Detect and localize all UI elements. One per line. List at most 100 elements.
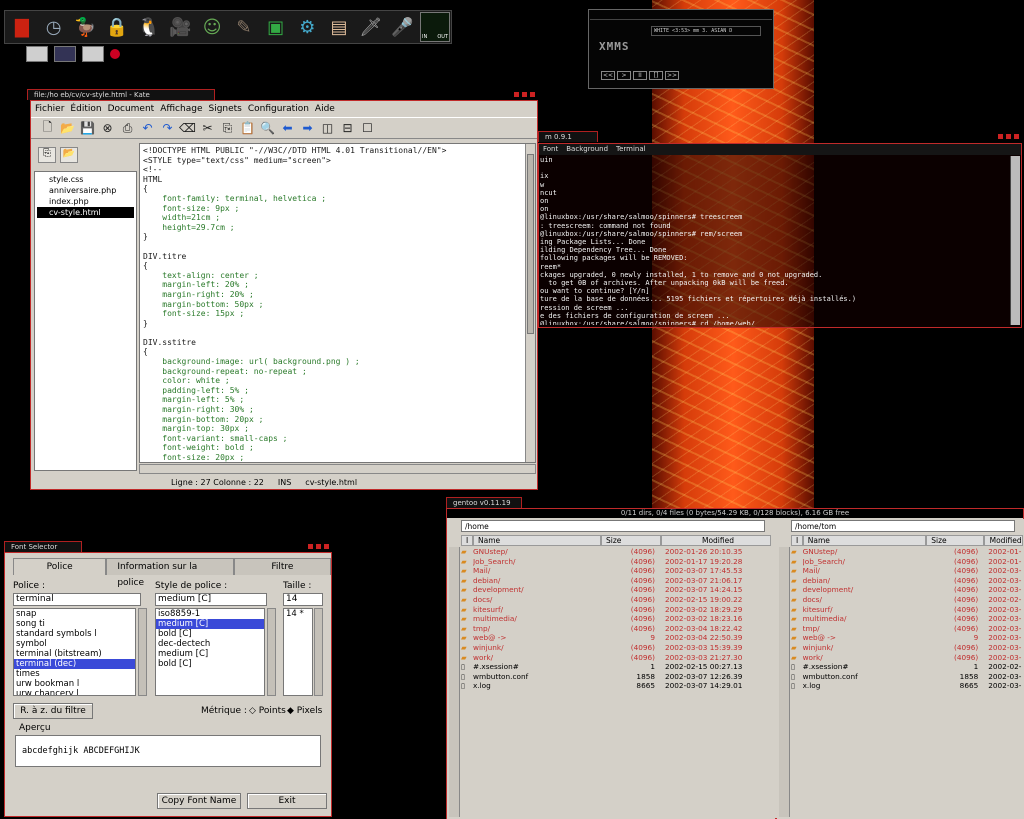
terminal-menu-terminal[interactable]: Terminal bbox=[616, 144, 646, 155]
code-line[interactable]: margin-top: 30px ; bbox=[143, 424, 535, 434]
file-row[interactable]: ▯ wmbutton.conf 1858 2002-03- bbox=[791, 672, 1023, 682]
code-line[interactable]: HTML bbox=[143, 175, 535, 185]
font-selector-titlebar[interactable]: Font Selector bbox=[4, 541, 82, 552]
file-list-item[interactable]: style.css bbox=[37, 174, 134, 185]
close-icon[interactable] bbox=[1014, 134, 1019, 139]
new-file-icon[interactable]: 🗋 bbox=[39, 120, 56, 136]
terminal-scrollbar[interactable] bbox=[1010, 156, 1020, 325]
file-row[interactable]: ▰ debian/ (4096) 2002-03- bbox=[791, 576, 1023, 586]
file-row[interactable]: ▯ wmbutton.conf 1858 2002-03-07 12:26.39 bbox=[461, 672, 773, 682]
code-line[interactable] bbox=[143, 242, 535, 252]
code-line[interactable]: <STYLE type="text/css" medium="screen"> bbox=[143, 156, 535, 166]
style-list-item[interactable]: medium [C] bbox=[156, 619, 264, 629]
file-list-item[interactable]: anniversaire.php bbox=[37, 185, 134, 196]
cut-icon[interactable]: ✂ bbox=[199, 120, 216, 136]
terminal-titlebar[interactable]: m 0.9.1 bbox=[538, 131, 598, 142]
code-line[interactable]: } bbox=[143, 319, 535, 329]
code-line[interactable]: margin-right: 30% ; bbox=[143, 405, 535, 415]
code-line[interactable]: font-family: terminal, helvetica ; bbox=[143, 194, 535, 204]
back-arrow-icon[interactable]: ⬅ bbox=[279, 120, 296, 136]
code-line[interactable]: <!-- bbox=[143, 165, 535, 175]
copy-icon[interactable]: ⎘ bbox=[219, 120, 236, 136]
pixels-radio[interactable]: ◆ Pixels bbox=[287, 706, 322, 716]
gimp-icon[interactable]: ✎ bbox=[230, 12, 258, 42]
code-line[interactable]: color: white ; bbox=[143, 376, 535, 386]
xmms-control-0[interactable]: << bbox=[601, 71, 615, 80]
file-row[interactable]: ▰ docs/ (4096) 2002-02- bbox=[791, 595, 1023, 605]
code-line[interactable]: text-align: center ; bbox=[143, 271, 535, 281]
font-list-item[interactable]: urw bookman l bbox=[14, 679, 135, 689]
code-line[interactable]: DIV.titre bbox=[143, 252, 535, 262]
code-line[interactable]: font-size: 15px ; bbox=[143, 309, 535, 319]
tab-2[interactable]: Filtre bbox=[233, 558, 331, 575]
menu-édition[interactable]: Édition bbox=[70, 101, 101, 117]
reset-filter-button[interactable]: R. à z. du filtre bbox=[13, 703, 93, 719]
style-list-scrollbar[interactable] bbox=[267, 608, 276, 696]
split-vertical-icon[interactable]: ◫ bbox=[319, 120, 336, 136]
column-header-name[interactable]: Name bbox=[473, 535, 601, 546]
knife-icon[interactable]: 🗡 bbox=[357, 12, 385, 42]
style-list-item[interactable]: medium [C] bbox=[156, 649, 264, 659]
terminal-window[interactable]: Font Background Terminal uin ix w ncut on on @l… bbox=[538, 134, 1022, 328]
code-line[interactable]: margin-left: 20% ; bbox=[143, 280, 535, 290]
file-row[interactable]: ▰ work/ (4096) 2002-03- bbox=[791, 653, 1023, 663]
column-header-i[interactable]: I bbox=[461, 535, 473, 546]
code-line[interactable]: padding-left: 5% ; bbox=[143, 386, 535, 396]
file-list-item[interactable]: cv-style.html bbox=[37, 207, 134, 218]
file-row[interactable]: ▰ web@ -> 9 2002-03- bbox=[791, 633, 1023, 643]
find-icon[interactable]: 🔍 bbox=[259, 120, 276, 136]
maximize-icon[interactable] bbox=[316, 544, 321, 549]
tab-0[interactable]: Police bbox=[13, 558, 107, 575]
menu-affichage[interactable]: Affichage bbox=[160, 101, 202, 117]
cube-icon[interactable] bbox=[54, 46, 76, 62]
column-header-modified[interactable]: Modified bbox=[661, 535, 771, 546]
code-line[interactable]: font-variant: small-caps ; bbox=[143, 434, 535, 444]
file-row[interactable]: ▰ kitesurf/ (4096) 2002-03- bbox=[791, 605, 1023, 615]
terminal-menu-font[interactable]: Font bbox=[543, 144, 558, 155]
code-line[interactable]: margin-right: 20% ; bbox=[143, 290, 535, 300]
padlock-icon[interactable]: 🔒 bbox=[103, 12, 131, 42]
close-file-icon[interactable]: ⊗ bbox=[99, 120, 116, 136]
file-row[interactable]: ▰ GNUstep/ (4096) 2002-01- bbox=[791, 547, 1023, 557]
font-list-item[interactable]: times bbox=[14, 669, 135, 679]
xmms-titlebar[interactable] bbox=[590, 11, 772, 20]
file-row[interactable]: ▰ winjunk/ (4096) 2002-03-03 15:39.39 bbox=[461, 643, 773, 653]
code-line[interactable]: font-size: 20px ; bbox=[143, 453, 535, 462]
style-list-item[interactable]: bold [C] bbox=[156, 659, 264, 669]
code-line[interactable] bbox=[143, 328, 535, 338]
font-list-item[interactable]: symbol bbox=[14, 639, 135, 649]
file-row[interactable]: ▰ tmp/ (4096) 2002-03- bbox=[791, 624, 1023, 634]
menu-fichier[interactable]: Fichier bbox=[35, 101, 64, 117]
column-header-modified[interactable]: Modified bbox=[984, 535, 1023, 546]
forward-arrow-icon[interactable]: ➡ bbox=[299, 120, 316, 136]
column-header-name[interactable]: Name bbox=[802, 535, 927, 546]
font-style-field[interactable]: medium [C] bbox=[155, 593, 267, 606]
terminal-icon[interactable]: ▣ bbox=[262, 12, 290, 42]
font-list-item[interactable]: terminal (bitstream) bbox=[14, 649, 135, 659]
gear-icon[interactable]: ⚙ bbox=[293, 12, 321, 42]
file-row[interactable]: ▰ multimedia/ (4096) 2002-03- bbox=[791, 614, 1023, 624]
file-row[interactable]: ▰ development/ (4096) 2002-03- bbox=[791, 585, 1023, 595]
style-list[interactable]: iso8859-1 medium [C] bold [C] dec-dectech… bbox=[155, 608, 265, 696]
file-row[interactable]: ▰ Mail/ (4096) 2002-03-07 17:45.53 bbox=[461, 566, 773, 576]
file-row[interactable]: ▰ kitesurf/ (4096) 2002-03-02 18:29.29 bbox=[461, 605, 773, 615]
font-list-item[interactable]: song ti bbox=[14, 619, 135, 629]
exit-button[interactable]: Exit bbox=[247, 793, 327, 809]
minimize-icon[interactable] bbox=[514, 92, 519, 97]
column-header-i[interactable]: I bbox=[791, 535, 803, 546]
code-line[interactable]: font-weight: bold ; bbox=[143, 443, 535, 453]
red-dot-icon[interactable] bbox=[110, 49, 120, 59]
code-editor[interactable]: <!DOCTYPE HTML PUBLIC "-//W3C//DTD HTML … bbox=[139, 143, 536, 463]
terminal-output[interactable]: uin ix w ncut on on @linuxbox:/usr/share/salm… bbox=[540, 156, 1009, 325]
xmms-control-1[interactable]: > bbox=[617, 71, 631, 80]
duck-icon[interactable]: 🦆 bbox=[71, 12, 99, 42]
font-list-scrollbar[interactable] bbox=[138, 608, 147, 696]
file-row[interactable]: ▰ Mail/ (4096) 2002-03- bbox=[791, 566, 1023, 576]
code-line[interactable]: height=29.7cm ; bbox=[143, 223, 535, 233]
column-header-size[interactable]: Size bbox=[926, 535, 985, 546]
style-list-item[interactable]: dec-dectech bbox=[156, 639, 264, 649]
code-line[interactable]: { bbox=[143, 261, 535, 271]
code-line[interactable]: DIV.sstitre bbox=[143, 338, 535, 348]
file-row[interactable]: ▯ x.log 8665 2002-03-07 14:29.01 bbox=[461, 681, 773, 691]
xmms-control-2[interactable]: II bbox=[633, 71, 647, 80]
